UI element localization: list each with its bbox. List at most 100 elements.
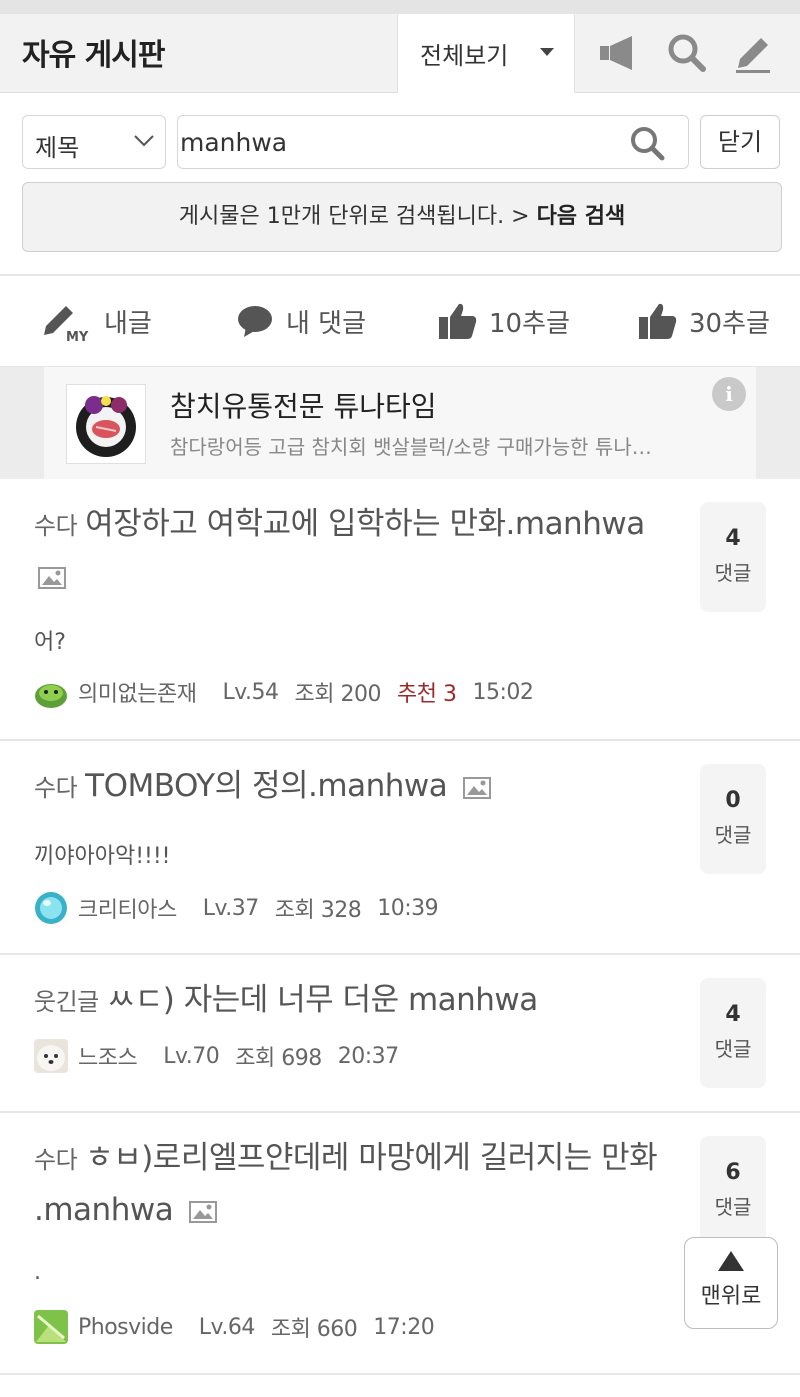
image-attached-icon xyxy=(188,1200,217,1223)
view-count: 조회 660 xyxy=(270,1317,358,1342)
chevron-down-icon xyxy=(134,135,154,147)
post-title-text: 여장하고 여학교에 입학하는 만화.manhwa xyxy=(85,506,645,542)
megaphone-icon[interactable] xyxy=(596,30,642,76)
post-title-text: ㅆㄷ) 자는데 너무 더운 manhwa xyxy=(106,982,539,1018)
comment-count: 0 xyxy=(725,788,741,813)
thumbs-up-icon xyxy=(439,303,477,339)
comment-count: 4 xyxy=(725,1002,741,1027)
post-item[interactable]: 수다 여장하고 여학교에 입학하는 만화.manhwa 어? 의미없는존재 Lv.… xyxy=(0,479,800,741)
tab-10-recommended[interactable]: 10추글 xyxy=(437,276,570,366)
scroll-to-top-button[interactable]: 맨위로 xyxy=(684,1237,778,1329)
comment-count-box[interactable]: 6 댓글 xyxy=(700,1136,766,1246)
post-time: 15:02 xyxy=(472,679,534,705)
comment-count-box[interactable]: 4 댓글 xyxy=(700,978,766,1088)
author-name[interactable]: 의미없는존재 xyxy=(78,676,197,708)
image-attached-icon xyxy=(462,776,491,799)
comment-label: 댓글 xyxy=(714,823,752,847)
ad-description: 참다랑어등 고급 참치회 뱃살블럭/소량 구매가능한 튜나… xyxy=(170,435,652,459)
tab-30-recommended-label: 30추글 xyxy=(689,308,770,339)
avatar[interactable] xyxy=(34,675,68,709)
comment-label: 댓글 xyxy=(714,1037,752,1061)
author-name[interactable]: Phosvide xyxy=(78,1315,173,1340)
tab-my-posts-label: 내글 xyxy=(104,308,152,339)
tab-10-recommended-label: 10추글 xyxy=(489,308,570,339)
post-meta: 크리티아스 Lv.37 조회 328 10:39 xyxy=(34,891,439,925)
view-filter-label: 전체보기 xyxy=(420,42,509,70)
image-attached-icon xyxy=(38,566,66,589)
search-panel: 제목 닫기 게시물은 1만개 단위로 검색됩니다. > 다음 검색 xyxy=(0,93,800,276)
author-name[interactable]: 크리티아스 xyxy=(78,892,177,924)
author-level: Lv.64 xyxy=(198,1314,256,1340)
post-title-text: TOMBOY의 정의.manhwa xyxy=(85,768,448,804)
board-header: 자유 게시판 전체보기 xyxy=(0,0,800,93)
ad-banner[interactable]: 참치유통전문 튜나타임 참다랑어등 고급 참치회 뱃살블럭/소량 구매가능한 튜… xyxy=(44,367,756,479)
post-preview: 끼야아아악!!!! xyxy=(34,844,171,869)
tab-my-comments-label: 내 댓글 xyxy=(286,308,367,339)
caret-down-icon xyxy=(540,48,554,56)
post-meta: 의미없는존재 Lv.54 조회 200 추천 3 15:02 xyxy=(34,675,534,709)
comment-count: 4 xyxy=(725,526,741,551)
scroll-to-top-label: 맨위로 xyxy=(700,1284,762,1309)
post-category: 웃긴글 xyxy=(34,988,99,1016)
post-time: 10:39 xyxy=(377,895,439,921)
avatar[interactable] xyxy=(34,1039,68,1073)
author-level: Lv.37 xyxy=(202,895,260,921)
post-title[interactable]: 수다 여장하고 여학교에 입학하는 만화.manhwa xyxy=(34,499,684,601)
view-count: 조회 698 xyxy=(235,1046,322,1071)
comment-count: 6 xyxy=(725,1160,741,1185)
post-title[interactable]: 웃긴글 ㅆㄷ) 자는데 너무 더운 manhwa xyxy=(34,975,684,1027)
ad-title: 참치유통전문 튜나타임 xyxy=(170,390,437,423)
post-title[interactable]: 수다 TOMBOY의 정의.manhwa xyxy=(34,761,684,813)
search-input[interactable] xyxy=(180,126,610,158)
comment-count-box[interactable]: 0 댓글 xyxy=(700,764,766,874)
author-level: Lv.70 xyxy=(163,1043,220,1069)
avatar[interactable] xyxy=(34,891,68,925)
post-meta: 느조스 Lv.70 조회 698 20:37 xyxy=(34,1039,399,1073)
post-item[interactable]: 수다 TOMBOY의 정의.manhwa 끼야아아악!!!! 크리티아스 Lv.3… xyxy=(0,741,800,955)
comment-count-box[interactable]: 4 댓글 xyxy=(700,502,766,612)
recommend-count: 추천 3 xyxy=(396,682,457,707)
arrow-up-icon xyxy=(718,1251,744,1271)
pencil-icon[interactable] xyxy=(730,30,776,76)
author-name[interactable]: 느조스 xyxy=(78,1040,138,1072)
next-search-link[interactable]: 다음 검색 xyxy=(537,204,626,229)
post-meta: Phosvide Lv.64 조회 660 17:20 xyxy=(34,1310,435,1344)
post-item[interactable]: 수다 ㅎㅂ)로리엘프얀데레 마망에게 길러지는 만화 .manhwa . Phos… xyxy=(0,1113,800,1375)
comment-label: 댓글 xyxy=(714,1195,752,1219)
post-item[interactable]: 웃긴글 ㅆㄷ) 자는데 너무 더운 manhwa 느조스 Lv.70 조회 698… xyxy=(0,955,800,1113)
tab-my-comments[interactable]: 내 댓글 xyxy=(236,276,366,366)
thumbs-up-icon xyxy=(639,303,677,339)
post-title-text: ㅎㅂ)로리엘프얀데레 마망에게 길러지는 만화 .manhwa xyxy=(34,1140,658,1228)
search-icon[interactable] xyxy=(628,124,666,162)
post-time: 17:20 xyxy=(373,1314,435,1340)
author-level: Lv.54 xyxy=(222,679,279,705)
avatar[interactable] xyxy=(34,1310,68,1344)
post-time: 20:37 xyxy=(337,1043,399,1069)
comment-label: 댓글 xyxy=(714,561,752,585)
info-icon[interactable]: i xyxy=(712,377,746,411)
view-filter-dropdown[interactable]: 전체보기 xyxy=(397,14,575,93)
post-title[interactable]: 수다 ㅎㅂ)로리엘프얀데레 마망에게 길러지는 만화 .manhwa xyxy=(34,1133,684,1235)
view-count: 조회 328 xyxy=(274,898,362,923)
quick-filter-tabs: MY 내글 내 댓글 10추글 30추글 xyxy=(0,276,800,367)
search-box[interactable] xyxy=(177,115,689,169)
post-category: 수다 xyxy=(34,512,78,540)
search-icon[interactable] xyxy=(663,30,709,76)
search-notice-text: 게시물은 1만개 단위로 검색됩니다. > xyxy=(178,204,530,229)
tab-30-recommended[interactable]: 30추글 xyxy=(637,276,770,366)
post-category: 수다 xyxy=(34,774,78,802)
close-search-button[interactable]: 닫기 xyxy=(700,115,780,169)
tab-my-posts[interactable]: MY 내글 xyxy=(42,276,152,366)
search-field-label: 제목 xyxy=(35,134,80,162)
post-preview: . xyxy=(34,1260,41,1285)
post-preview: 어? xyxy=(34,630,66,655)
comment-bubble-icon xyxy=(238,306,272,337)
search-field-select[interactable]: 제목 xyxy=(22,115,166,169)
my-posts-icon: MY xyxy=(44,306,89,343)
svg-text:MY: MY xyxy=(66,330,89,343)
view-count: 조회 200 xyxy=(294,682,382,707)
post-category: 수다 xyxy=(34,1146,78,1174)
board-title: 자유 게시판 xyxy=(22,38,165,73)
next-search-bar[interactable]: 게시물은 1만개 단위로 검색됩니다. > 다음 검색 xyxy=(22,182,782,252)
ad-logo xyxy=(66,384,146,464)
